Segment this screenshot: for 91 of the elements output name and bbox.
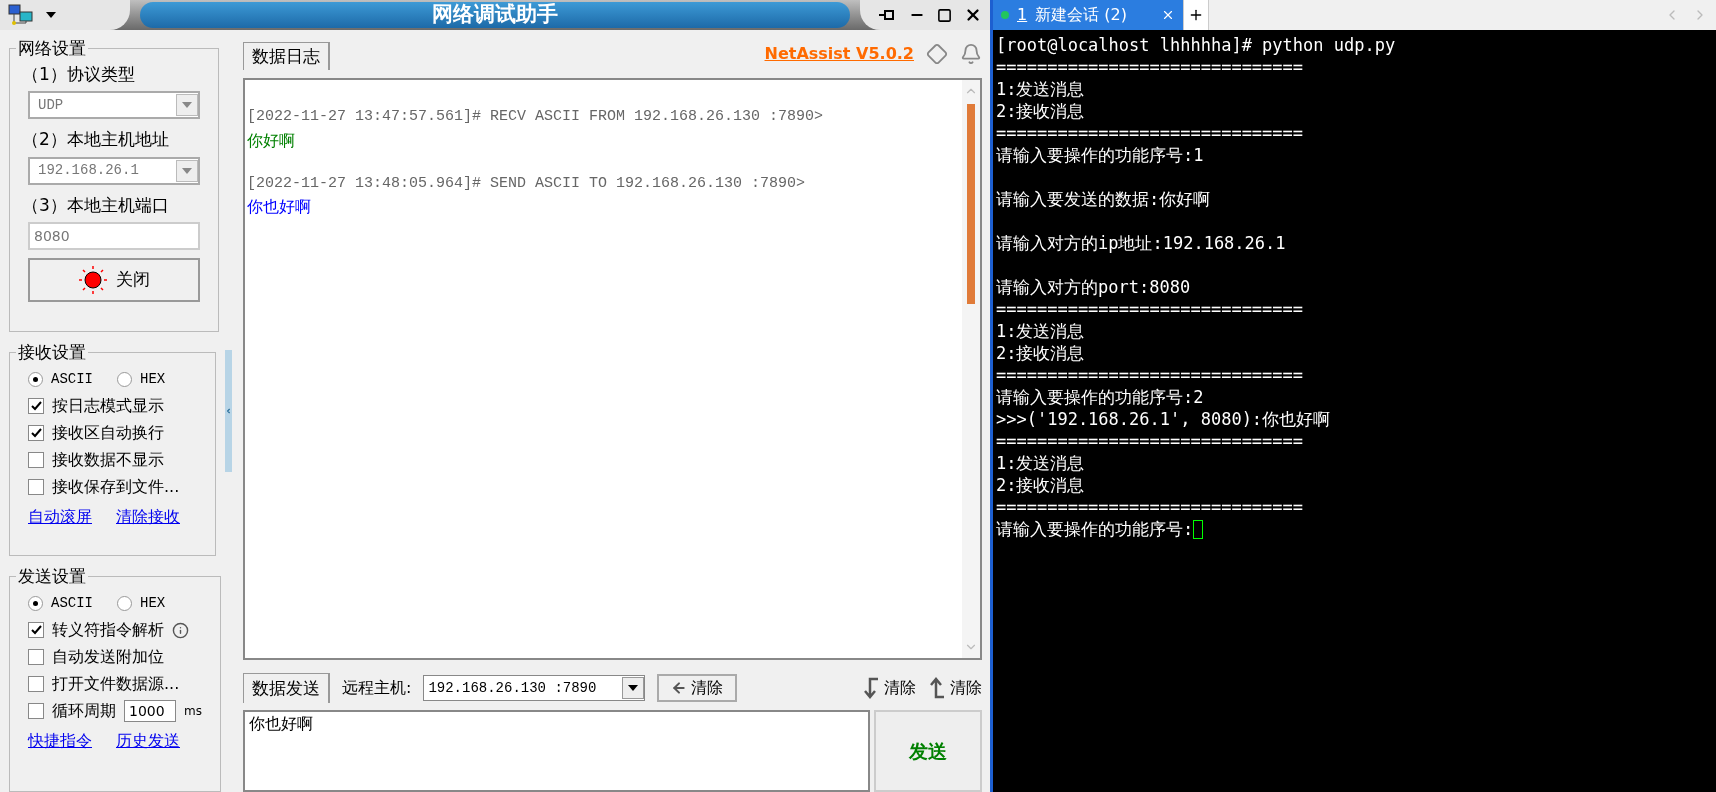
unit-label: ms: [184, 703, 202, 720]
log-header: [2022-11-27 13:48:05.964]# SEND ASCII TO 192.168.26.130 :7890>: [247, 173, 807, 194]
group-title: 接收设置: [17, 341, 87, 364]
radio-label: ASCII: [51, 369, 93, 389]
send-button[interactable]: 发送: [874, 710, 982, 792]
diamond-icon[interactable]: [926, 43, 948, 65]
checkbox-label: 循环周期: [52, 700, 116, 722]
remote-host-select[interactable]: 192.168.26.130 :7890: [423, 675, 646, 701]
window-title: 网络调试助手: [140, 2, 850, 28]
info-icon[interactable]: [172, 621, 189, 639]
plus-icon: [1188, 7, 1204, 23]
send-tab[interactable]: 数据发送: [243, 673, 330, 703]
group-title: 发送设置: [17, 565, 87, 588]
terminal-line: ==============================: [996, 364, 1304, 386]
terminal-line: 请输入对方的port:8080: [996, 276, 1191, 298]
terminal-line: 1:发送消息: [996, 320, 1085, 342]
clear-send-button[interactable]: 清除: [928, 676, 982, 700]
radio-button[interactable]: [28, 371, 43, 387]
remote-host-label: 远程主机:: [342, 677, 412, 699]
terminal-line: 请输入要发送的数据:你好啊: [996, 188, 1211, 210]
checkbox[interactable]: [28, 425, 44, 441]
log-message: 你好啊: [247, 129, 296, 152]
pin-icon[interactable]: [877, 7, 897, 23]
new-tab-button[interactable]: [1183, 0, 1209, 30]
bell-icon[interactable]: [960, 43, 982, 65]
checkbox-label: 接收保存到文件...: [52, 476, 180, 498]
terminal-line: [root@localhost lhhhhha]# python udp.py: [996, 34, 1396, 56]
terminal-line: 1:发送消息: [996, 78, 1085, 100]
terminal-line: 1:发送消息: [996, 452, 1085, 474]
scroll-thumb[interactable]: [967, 104, 975, 304]
terminal-line: 2:接收消息: [996, 100, 1085, 122]
turn-up-arrow-icon: [928, 676, 946, 700]
checkbox-label: 转义符指令解析: [52, 619, 164, 641]
clear-receive-button[interactable]: 清除: [862, 676, 916, 700]
checkbox[interactable]: [28, 622, 44, 638]
terminal-line: 2:接收消息: [996, 342, 1085, 364]
checkbox-label: 接收区自动换行: [52, 422, 164, 444]
field-label: （3）本地主机端口: [22, 193, 170, 217]
checkbox[interactable]: [28, 676, 44, 692]
checkbox[interactable]: [28, 479, 44, 495]
radio-label: HEX: [140, 369, 166, 389]
checkbox[interactable]: [28, 649, 44, 665]
tab-number: 1: [1017, 4, 1028, 26]
checkbox-label: 打开文件数据源...: [52, 673, 180, 695]
checkbox[interactable]: [28, 398, 44, 414]
terminal-line: ==============================: [996, 496, 1304, 518]
link[interactable]: 快捷指令: [28, 728, 92, 753]
tab-title: 新建会话 (2): [1035, 4, 1127, 26]
link[interactable]: 历史发送: [116, 728, 180, 753]
collapse-handle[interactable]: [225, 350, 232, 472]
log-message: 你也好啊: [247, 196, 312, 218]
terminal-line: ==============================: [996, 430, 1304, 452]
period-field[interactable]: 1000: [124, 700, 176, 722]
maximize-icon[interactable]: [937, 7, 952, 23]
close-icon[interactable]: [964, 6, 982, 24]
checkbox-label: 自动发送附加位: [52, 646, 164, 668]
terminal-line: 请输入要操作的功能序号:2: [996, 386, 1204, 408]
checkbox-label: 按日志模式显示: [52, 395, 164, 417]
cursor-icon: [1193, 519, 1204, 539]
checkbox[interactable]: [28, 703, 44, 719]
checkbox[interactable]: [28, 452, 44, 468]
dropdown-icon[interactable]: [622, 677, 645, 699]
terminal-line: >>>('192.168.26.1', 8080):你也好啊: [996, 408, 1331, 430]
log-tab[interactable]: 数据日志: [243, 42, 330, 70]
terminal-line: 请输入对方的ip地址:192.168.26.1: [996, 232, 1286, 254]
scrollbar[interactable]: [962, 80, 980, 658]
checkbox-label: 接收数据不显示: [52, 449, 164, 471]
radio-label: HEX: [140, 593, 166, 613]
terminal-line: 请输入要操作的功能序号:1: [996, 144, 1204, 166]
terminal-line: ==============================: [996, 122, 1304, 144]
terminal-line: 请输入要操作的功能序号:: [996, 518, 1194, 540]
log-header: [2022-11-27 13:47:57.561]# RECV ASCII FROM 192.168.26.130 :7890>: [247, 107, 825, 127]
caret-icon[interactable]: [46, 12, 56, 18]
radio-button[interactable]: [28, 595, 43, 611]
link[interactable]: 自动滚屏: [28, 504, 92, 529]
radio-button[interactable]: [117, 371, 132, 387]
session-tab[interactable]: 1 新建会话 (2): [993, 0, 1183, 30]
turn-down-arrow-icon: [862, 676, 880, 700]
terminal-line: 2:接收消息: [996, 474, 1085, 496]
close-button[interactable]: 关闭: [28, 258, 200, 302]
group-title: 网络设置: [17, 37, 87, 60]
network-icon[interactable]: [8, 4, 34, 26]
clear-button[interactable]: 清除: [657, 674, 738, 702]
message-field[interactable]: 你也好啊: [243, 710, 870, 792]
terminal-line: ==============================: [996, 56, 1304, 78]
link[interactable]: 清除接收: [116, 504, 180, 529]
radio-label: ASCII: [51, 593, 93, 613]
field-label: （1）协议类型: [22, 62, 136, 86]
terminal-line: ==============================: [996, 298, 1304, 320]
radio-button[interactable]: [117, 595, 132, 611]
field-label: （2）本地主机地址: [22, 128, 170, 151]
